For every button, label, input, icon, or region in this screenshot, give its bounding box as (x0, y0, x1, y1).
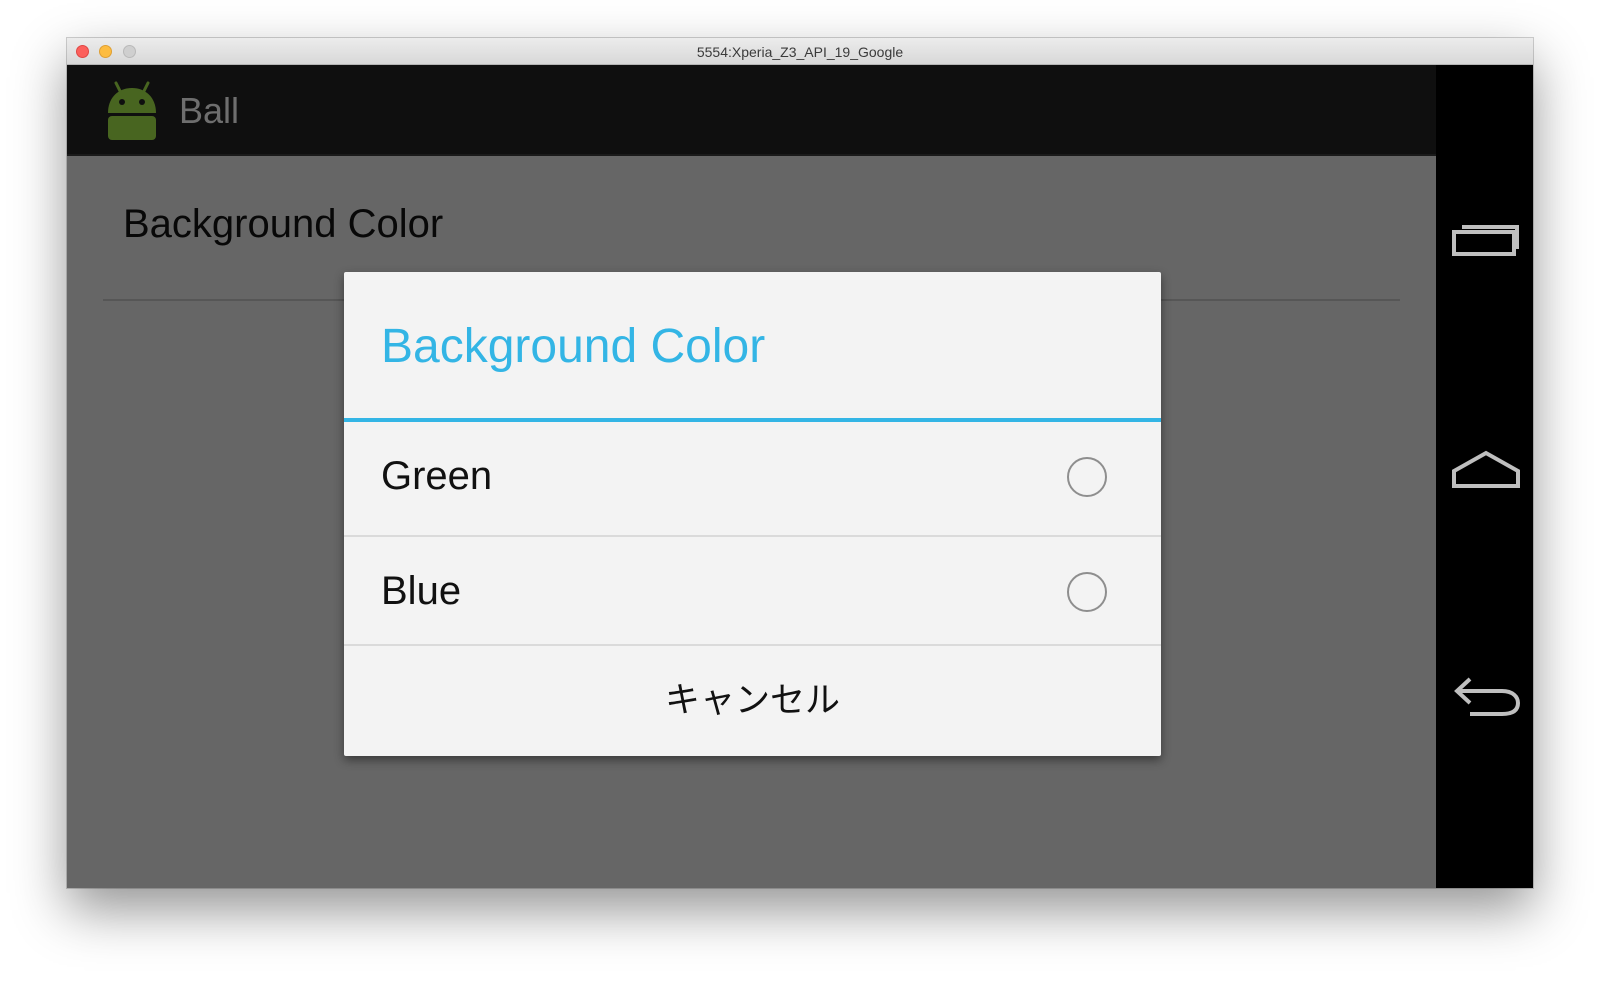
window-titlebar: 5554:Xperia_Z3_API_19_Google (67, 38, 1533, 65)
back-icon (1454, 677, 1521, 716)
home-button[interactable] (1450, 446, 1522, 498)
emulator-window: 5554:Xperia_Z3_API_19_Google Ball Backgr… (67, 38, 1533, 888)
back-button[interactable] (1450, 673, 1522, 725)
option-green[interactable]: Green (344, 422, 1161, 532)
android-nav-bar (1436, 65, 1533, 888)
recent-apps-button[interactable] (1450, 216, 1522, 268)
recent-apps-icon (1452, 225, 1519, 256)
option-label: Blue (381, 569, 462, 613)
background-color-dialog: Background Color Green Blue キャンセル (344, 272, 1161, 756)
home-icon (1452, 450, 1520, 488)
option-blue[interactable]: Blue (344, 537, 1161, 647)
radio-button[interactable] (1067, 572, 1107, 612)
radio-button[interactable] (1067, 457, 1107, 497)
option-label: Green (381, 454, 493, 498)
window-title: 5554:Xperia_Z3_API_19_Google (696, 44, 904, 60)
cancel-button[interactable]: キャンセル (344, 646, 1161, 756)
android-screen: Ball Background Color Background Color G… (67, 65, 1436, 888)
dialog-title: Background Color (381, 320, 766, 373)
